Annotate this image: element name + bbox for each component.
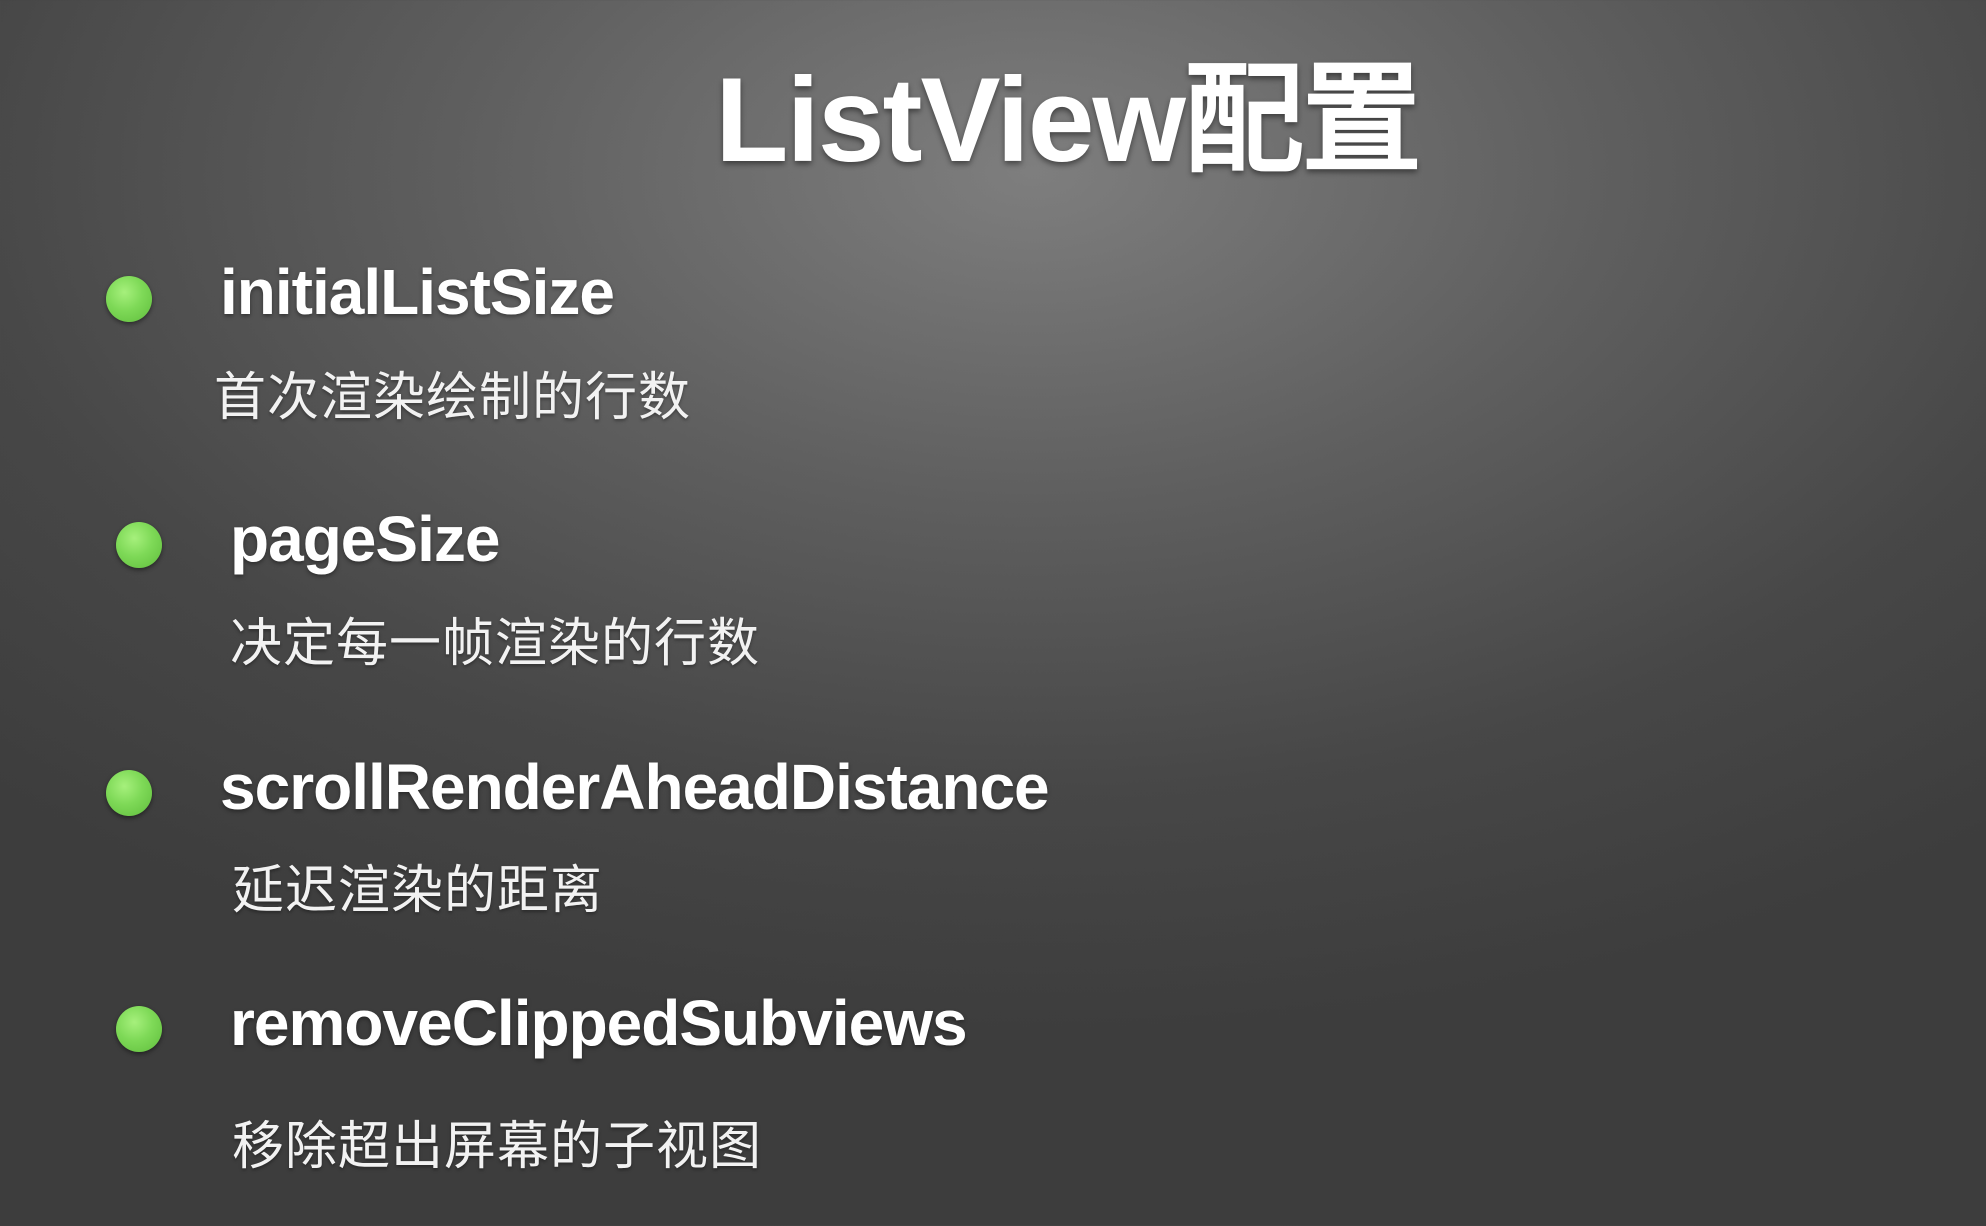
item-description: 移除超出屏幕的子视图 (232, 1118, 763, 1176)
slide: ListView配置 initialListSize 首次渲染绘制的行数 pag… (0, 0, 1986, 1226)
bullet-dot-icon (116, 1006, 162, 1052)
item-name: removeClippedSubviews (230, 987, 968, 1059)
item-description: 决定每一帧渲染的行数 (230, 615, 761, 673)
item-name: initialListSize (220, 256, 615, 328)
bullet-dot-icon (106, 276, 152, 322)
item-name: scrollRenderAheadDistance (220, 751, 1050, 823)
bullet-dot-icon (106, 770, 152, 816)
item-description: 首次渲染绘制的行数 (214, 369, 692, 427)
item-description: 延迟渲染的距离 (232, 862, 604, 920)
slide-title: ListView配置 (715, 53, 1422, 187)
bullet-dot-icon (116, 522, 162, 568)
item-name: pageSize (230, 503, 500, 575)
